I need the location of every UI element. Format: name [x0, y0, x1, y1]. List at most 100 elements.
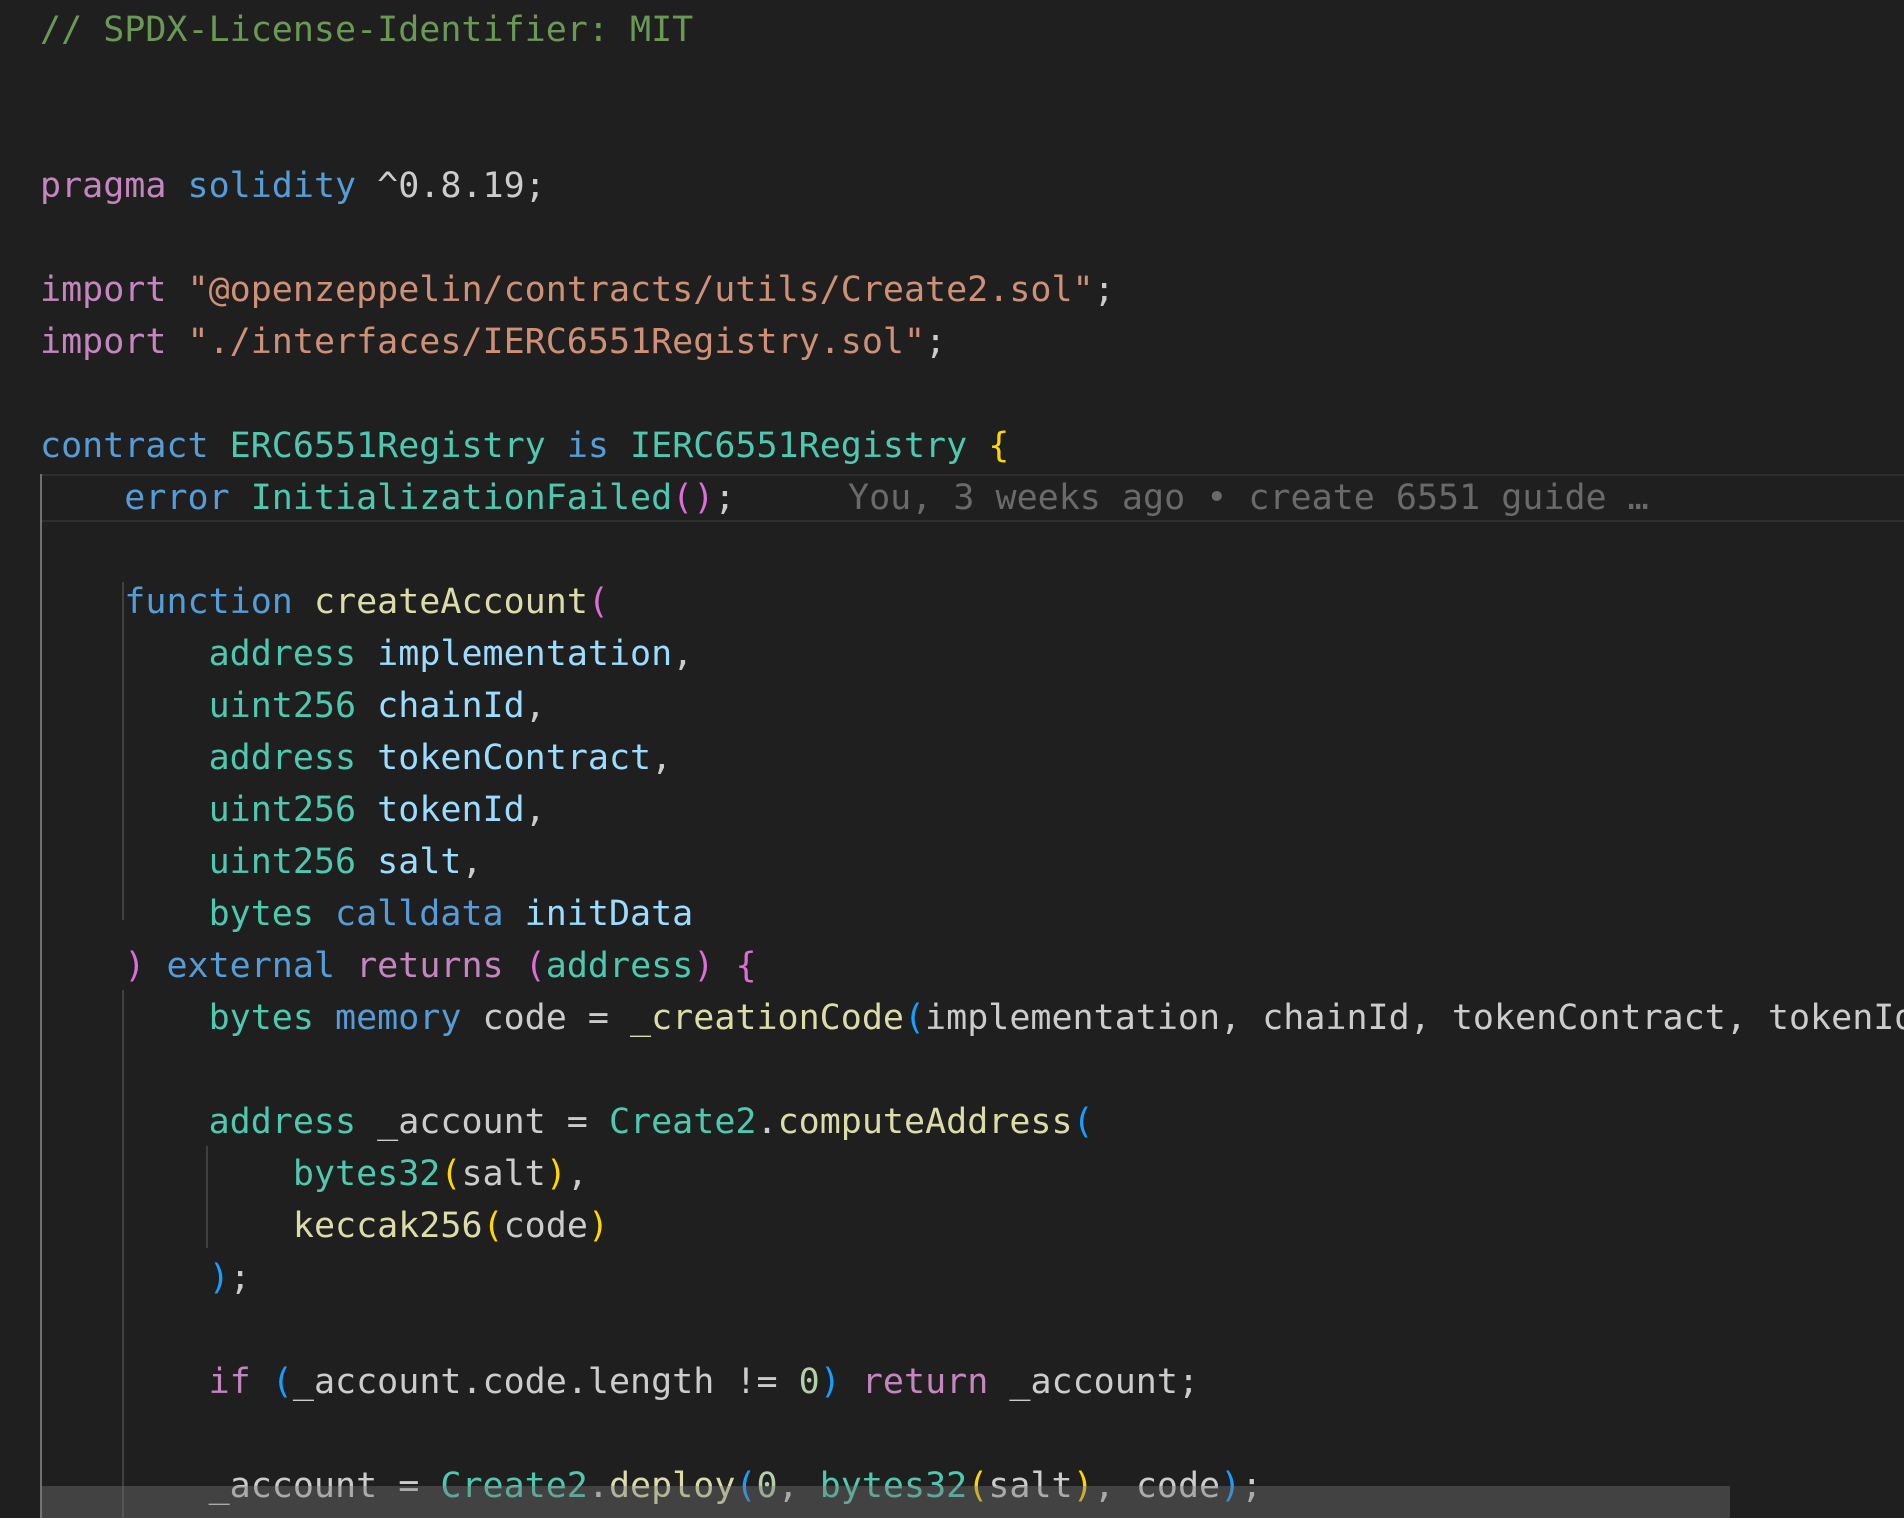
code-token: , [651, 738, 673, 778]
code-token: ; [229, 1258, 251, 1298]
code-token: _creationCode [630, 998, 904, 1038]
code-token: ^0.8.19; [356, 166, 546, 206]
code-token: ( [1072, 1102, 1094, 1142]
code-line-13[interactable]: address implementation, [40, 628, 694, 680]
code-token: . [756, 1102, 778, 1142]
code-line-4[interactable]: pragma solidity ^0.8.19; [40, 160, 546, 212]
code-token: { [988, 426, 1010, 466]
code-token: if [208, 1362, 251, 1402]
code-line-7[interactable]: import "./interfaces/IERC6551Registry.so… [40, 316, 946, 368]
code-token: ) [124, 946, 146, 986]
code-token: Create2 [608, 1102, 757, 1142]
horizontal-scrollbar[interactable] [40, 1486, 1730, 1518]
code-token: error [124, 478, 230, 518]
code-token: computeAddress [777, 1102, 1073, 1142]
code-token: ( [440, 1154, 462, 1194]
code-token: solidity [187, 166, 357, 206]
code-token: "./interfaces/IERC6551Registry.sol" [187, 322, 926, 362]
code-token: address [208, 1102, 357, 1142]
code-line-9[interactable]: contract ERC6551Registry is IERC6551Regi… [40, 420, 1009, 472]
code-line-19[interactable]: ) external returns (address) { [40, 940, 756, 992]
code-line-14[interactable]: uint256 chainId, [40, 680, 546, 732]
code-line-15[interactable]: address tokenContract, [40, 732, 673, 784]
code-token: ) [208, 1258, 230, 1298]
code-token: ; [925, 322, 947, 362]
code-token: ) [587, 1206, 609, 1246]
code-token: ( [903, 998, 926, 1038]
code-line-27[interactable]: if (_account.code.length != 0) return _a… [40, 1356, 1199, 1408]
code-line-16[interactable]: uint256 tokenId, [40, 784, 546, 836]
code-token: ( [271, 1362, 293, 1402]
code-line-23[interactable]: bytes32(salt), [40, 1148, 588, 1200]
code-token: , [566, 1154, 588, 1194]
code-token: address [208, 634, 357, 674]
code-token: address [208, 738, 357, 778]
code-token: _account = [356, 1102, 609, 1142]
code-token: external [166, 946, 336, 986]
code-token: import [40, 270, 167, 310]
code-token: pragma [40, 166, 167, 206]
code-token: is [566, 426, 609, 466]
code-line-10[interactable]: error InitializationFailed(); [40, 472, 735, 524]
code-token: "@openzeppelin/contracts/utils/Create2.s… [187, 270, 1094, 310]
code-token: _account; [988, 1362, 1200, 1402]
code-token: initData [524, 894, 694, 934]
code-line-18[interactable]: bytes calldata initData [40, 888, 694, 940]
code-token: code = [461, 998, 631, 1038]
code-line-6[interactable]: import "@openzeppelin/contracts/utils/Cr… [40, 264, 1115, 316]
code-line-1[interactable]: // SPDX-License-Identifier: MIT [40, 4, 693, 56]
code-token: tokenContract [377, 738, 652, 778]
code-line-17[interactable]: uint256 salt, [40, 836, 483, 888]
git-blame-annotation: You, 3 weeks ago • create 6551 guide … [848, 478, 1649, 518]
code-token: import [40, 322, 167, 362]
code-token: return [861, 1362, 989, 1402]
code-token: salt [461, 1154, 546, 1194]
code-token: 0 [798, 1362, 820, 1402]
code-token: chainId [377, 686, 525, 726]
code-editor[interactable]: // SPDX-License-Identifier: MIT pragma so… [0, 0, 1904, 1518]
code-line-22[interactable]: address _account = Create2.computeAddres… [40, 1096, 1094, 1148]
code-line-25[interactable]: ); [40, 1252, 251, 1304]
code-line-20[interactable]: bytes memory code = _creationCode(implem… [40, 992, 1904, 1044]
code-line-24[interactable]: keccak256(code) [40, 1200, 609, 1252]
code-token: ( [587, 582, 609, 622]
code-token: ; [714, 478, 736, 518]
code-token: ) [819, 1362, 841, 1402]
code-token: () [672, 478, 715, 518]
code-token: ( [482, 1206, 504, 1246]
code-token: implementation [377, 634, 673, 674]
code-token: implementation, chainId, tokenContract, … [925, 998, 1904, 1038]
code-token: calldata [335, 894, 504, 934]
code-token: bytes [208, 894, 314, 934]
code-token: salt [377, 842, 462, 882]
code-line-12[interactable]: function createAccount( [40, 576, 609, 628]
code-token: ERC6551Registry [229, 426, 546, 466]
